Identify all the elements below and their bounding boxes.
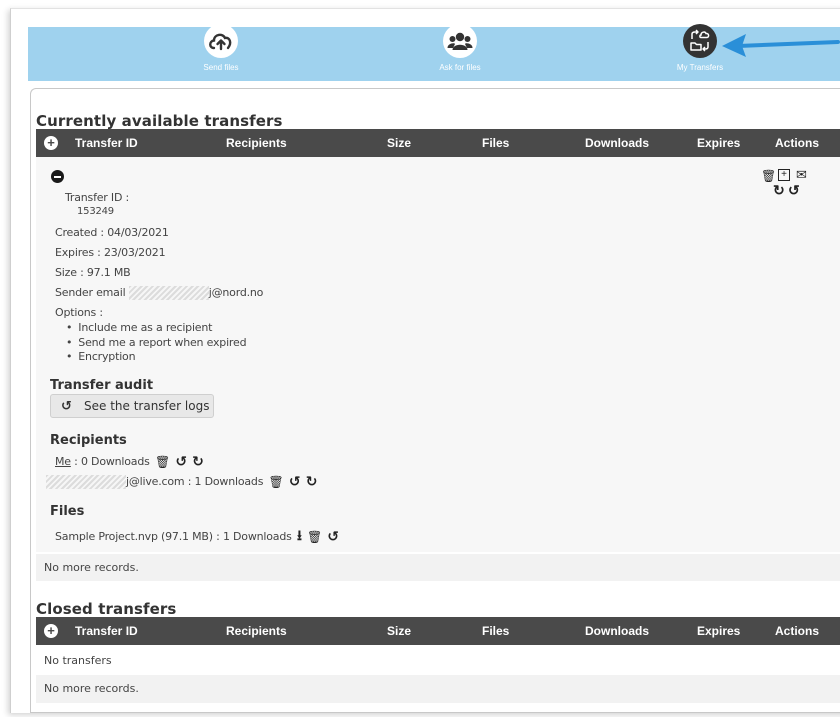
- recipient-row: j@live.com : 1 Downloads 🗑 ↺ ↻: [46, 474, 317, 490]
- sender-email-label: Sender email: [55, 286, 126, 299]
- recipient-text: j@live.com : 1 Downloads: [126, 475, 264, 488]
- option-item: Send me a report when expired: [64, 336, 246, 351]
- trash-icon[interactable]: 🗑: [269, 475, 284, 489]
- history-icon: ↺: [61, 399, 72, 414]
- calendar-plus-icon[interactable]: +: [778, 169, 790, 181]
- redo-icon[interactable]: ↻: [306, 474, 318, 490]
- plus-circle-icon[interactable]: +: [44, 136, 58, 150]
- col-size[interactable]: Size: [387, 136, 411, 150]
- transfer-actions: 🗑 + ✉ ↻ ↺: [758, 168, 818, 202]
- closed-transfers-title: Closed transfers: [36, 600, 177, 618]
- no-more-records-text: No more records.: [44, 561, 139, 574]
- transfer-id-label: Transfer ID :: [65, 191, 130, 204]
- closed-no-transfers-row: No transfers: [36, 646, 840, 675]
- trash-icon[interactable]: 🗑: [761, 170, 776, 182]
- files-title: Files: [50, 504, 85, 519]
- sender-email-domain: j@nord.no: [208, 286, 264, 299]
- history-icon[interactable]: ↺: [175, 454, 187, 470]
- available-transfers-title: Currently available transfers: [36, 112, 283, 130]
- available-table-header: + Transfer ID Recipients Size Files Down…: [36, 129, 840, 157]
- no-transfers-text: No transfers: [44, 654, 112, 667]
- plus-circle-icon[interactable]: +: [44, 624, 58, 638]
- trash-icon[interactable]: 🗑: [307, 530, 322, 544]
- minus-circle-icon[interactable]: [51, 170, 64, 183]
- col-expires[interactable]: Expires: [697, 136, 740, 150]
- download-icon[interactable]: ⭳: [297, 525, 302, 549]
- nav-ask-for-files[interactable]: Ask for files: [400, 24, 520, 81]
- recipient-row: Me : 0 Downloads 🗑 ↺ ↻: [55, 454, 204, 470]
- nav-send-files-label: Send files: [203, 63, 239, 72]
- options-label: Options :: [55, 306, 103, 319]
- col-downloads[interactable]: Downloads: [585, 136, 649, 150]
- col-transfer-id[interactable]: Transfer ID: [75, 624, 138, 638]
- option-item: Include me as a recipient: [64, 321, 246, 336]
- see-transfer-logs-label: See the transfer logs: [84, 399, 210, 413]
- users-icon: [443, 24, 477, 58]
- transfer-audit-title: Transfer audit: [50, 378, 154, 393]
- no-more-records-text: No more records.: [44, 682, 139, 695]
- sender-email: Sender email j@nord.no: [55, 286, 263, 300]
- transfer-id-value: 153249: [77, 206, 114, 217]
- created-date: Created : 04/03/2021: [55, 226, 169, 239]
- redacted-block: [128, 286, 209, 300]
- available-no-more-records: No more records.: [36, 554, 840, 581]
- options-list: Include me as a recipient Send me a repo…: [64, 321, 246, 365]
- envelope-icon[interactable]: ✉: [796, 168, 807, 181]
- col-downloads[interactable]: Downloads: [585, 624, 649, 638]
- recipient-me-link[interactable]: Me: [55, 455, 71, 468]
- nav-ask-for-files-label: Ask for files: [439, 63, 481, 72]
- redo-icon[interactable]: ↻: [192, 454, 204, 470]
- see-transfer-logs-button[interactable]: ↺ See the transfer logs: [50, 394, 214, 418]
- history-icon[interactable]: ↺: [289, 474, 301, 490]
- redacted-block: [46, 475, 126, 489]
- recipient-text: : 0 Downloads: [70, 455, 150, 468]
- transfers-icon: [683, 24, 717, 58]
- col-files[interactable]: Files: [482, 624, 509, 638]
- col-size[interactable]: Size: [387, 624, 411, 638]
- redo-icon[interactable]: ↻: [773, 183, 785, 197]
- history-icon[interactable]: ↺: [788, 183, 800, 197]
- option-item: Encryption: [64, 350, 246, 365]
- annotation-arrow: [722, 34, 840, 57]
- col-expires[interactable]: Expires: [697, 624, 740, 638]
- cloud-upload-icon: [204, 24, 238, 58]
- col-actions: Actions: [775, 136, 820, 150]
- transfer-detail: Transfer ID : 153249 Created : 04/03/202…: [36, 157, 840, 552]
- col-files[interactable]: Files: [482, 136, 509, 150]
- file-row: Sample Project.nvp (97.1 MB) : 1 Downloa…: [55, 525, 339, 549]
- file-text: Sample Project.nvp (97.1 MB) : 1 Downloa…: [55, 530, 292, 543]
- recipients-title: Recipients: [50, 433, 127, 448]
- col-transfer-id[interactable]: Transfer ID: [75, 136, 138, 150]
- history-icon[interactable]: ↺: [327, 529, 339, 545]
- closed-table-header: + Transfer ID Recipients Size Files Down…: [36, 617, 840, 645]
- col-actions: Actions: [775, 624, 820, 638]
- trash-icon[interactable]: 🗑: [155, 455, 170, 469]
- col-recipients[interactable]: Recipients: [226, 624, 287, 638]
- closed-no-more-records: No more records.: [36, 675, 840, 703]
- transfer-size: Size : 97.1 MB: [55, 266, 131, 279]
- nav-send-files[interactable]: Send files: [161, 24, 281, 81]
- col-recipients[interactable]: Recipients: [226, 136, 287, 150]
- expires-date: Expires : 23/03/2021: [55, 246, 166, 259]
